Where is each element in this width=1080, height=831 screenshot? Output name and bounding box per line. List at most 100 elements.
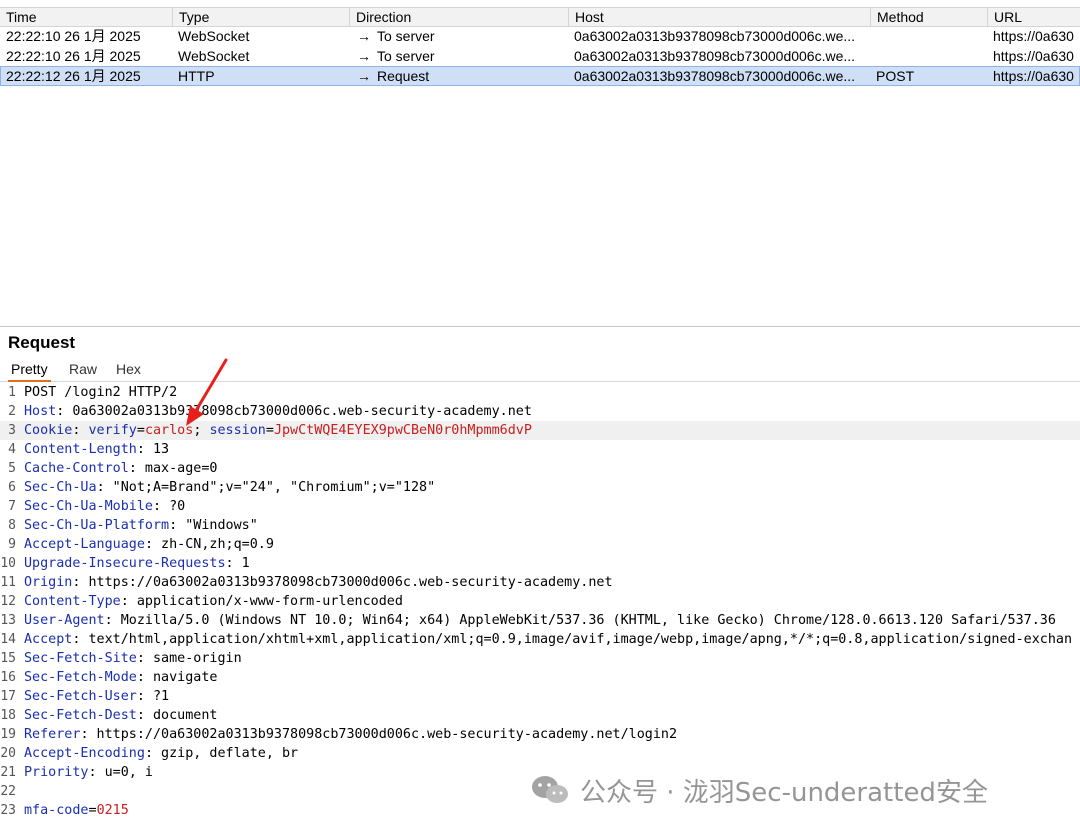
header-value: : zh-CN,zh;q=0.9	[144, 537, 274, 552]
table-row-selected[interactable]: 22:22:12 26 1月 2025 HTTP → Request 0a6300…	[0, 66, 1080, 86]
code-line: 17 Sec-Fetch-User: ?1	[0, 687, 1080, 706]
header-key: Sec-Fetch-Dest	[24, 708, 137, 723]
cell-method: POST	[876, 68, 915, 84]
tab-pretty[interactable]: Pretty	[8, 359, 51, 382]
cell-type: WebSocket	[178, 48, 250, 64]
arrow-right-icon: →	[357, 28, 371, 44]
header-key: Upgrade-Insecure-Requests	[24, 556, 226, 571]
request-editor[interactable]: 1 POST /login2 HTTP/2 2 Host: 0a63002a0313…	[0, 383, 1080, 831]
line-number: 8	[8, 518, 16, 533]
header-value: : "Windows"	[169, 518, 258, 533]
header-value: : max-age=0	[128, 461, 218, 476]
header-value: : ?0	[153, 499, 186, 514]
header-value: : application/x-www-form-urlencoded	[120, 594, 403, 609]
line-number: 6	[8, 480, 16, 495]
header-value: : text/html,application/xhtml+xml,applic…	[72, 632, 1073, 647]
header-key: Sec-Fetch-Site	[24, 651, 137, 666]
code-line: 20 Accept-Encoding: gzip, deflate, br	[0, 744, 1080, 763]
annotation-arrow-icon	[186, 358, 228, 426]
line-number: 12	[0, 594, 16, 609]
line-number: 11	[0, 575, 16, 590]
header-key: Cookie	[24, 423, 73, 438]
header-value: : Mozilla/5.0 (Windows NT 10.0; Win64; x…	[104, 613, 1056, 628]
line-number: 14	[0, 632, 16, 647]
line-number: 23	[0, 803, 16, 818]
code-line: 1 POST /login2 HTTP/2	[0, 383, 1080, 402]
code-line: 4 Content-Length: 13	[0, 440, 1080, 459]
code-line: 14 Accept: text/html,application/xhtml+xm…	[0, 630, 1080, 649]
code-line: 18 Sec-Fetch-Dest: document	[0, 706, 1080, 725]
direction-label: To server	[377, 28, 435, 44]
tab-hex[interactable]: Hex	[116, 359, 141, 380]
line-number: 13	[0, 613, 16, 628]
request-panel-title: Request	[8, 333, 76, 352]
header-key: Content-Length	[24, 442, 137, 457]
header-value: : 13	[136, 442, 170, 457]
code-line: 12 Content-Type: application/x-www-form-u…	[0, 592, 1080, 611]
header-sep: :	[72, 423, 89, 438]
code-line: 5 Cache-Control: max-age=0	[0, 459, 1080, 478]
line-number: 21	[0, 765, 16, 780]
wechat-icon	[532, 776, 568, 803]
header-value: : 1	[225, 556, 250, 571]
cell-url: https://0a630	[993, 48, 1074, 64]
cell-method	[870, 46, 987, 66]
header-key: Accept-Language	[24, 537, 145, 552]
code-line: 10 Upgrade-Insecure-Requests: 1	[0, 554, 1080, 573]
column-header-direction[interactable]: Direction	[349, 8, 568, 26]
code-line: 2 Host: 0a63002a0313b9378098cb73000d006c.…	[0, 402, 1080, 421]
header-key: Sec-Ch-Ua-Platform	[24, 518, 170, 533]
cookie-name-verify: verify	[88, 423, 137, 438]
cookie-value-session: JpwCtWQE4EYEX9pwCBeN0r0hMpmm6dvP	[273, 423, 532, 438]
header-value: : u=0, i	[88, 765, 154, 780]
cell-direction: → To server	[349, 46, 568, 66]
cell-method	[870, 26, 987, 46]
column-header-host[interactable]: Host	[568, 8, 870, 26]
code-line: 7 Sec-Ch-Ua-Mobile: ?0	[0, 497, 1080, 516]
cell-time: 22:22:10 26 1月 2025	[6, 48, 141, 64]
watermark: 公众号 · 泷羽Sec-underatted安全	[530, 770, 988, 810]
column-header-type[interactable]: Type	[172, 8, 349, 26]
cell-type: WebSocket	[178, 28, 250, 44]
code-line: 8 Sec-Ch-Ua-Platform: "Windows"	[0, 516, 1080, 535]
tab-raw[interactable]: Raw	[69, 359, 97, 380]
header-key: Accept-Encoding	[24, 746, 145, 761]
cell-url: https://0a630	[993, 68, 1074, 84]
header-key: Content-Type	[24, 594, 121, 609]
column-header-time[interactable]: Time	[0, 8, 172, 26]
line-number: 2	[8, 404, 16, 419]
line-number: 19	[0, 727, 16, 742]
header-key: User-Agent	[24, 613, 105, 628]
line-number: 22	[0, 784, 16, 799]
header-key: Sec-Ch-Ua	[24, 480, 97, 495]
history-table-header: Time Type Direction Host Method URL	[0, 7, 1080, 27]
cell-host: 0a63002a0313b9378098cb73000d006c.we...	[574, 48, 856, 64]
header-key: Origin	[24, 575, 73, 590]
line-number: 15	[0, 651, 16, 666]
header-key: Priority	[24, 765, 89, 780]
line-number: 16	[0, 670, 16, 685]
watermark-text: 公众号 · 泷羽Sec-underatted安全	[580, 777, 988, 808]
table-row[interactable]: 22:22:10 26 1月 2025 WebSocket → To server…	[0, 46, 1080, 66]
header-value: : https://0a63002a0313b9378098cb73000d00…	[80, 727, 678, 742]
cell-direction: → To server	[349, 26, 568, 46]
code-line: 6 Sec-Ch-Ua: "Not;A=Brand";v="24", "Chrom…	[0, 478, 1080, 497]
header-key: Cache-Control	[24, 461, 129, 476]
column-header-method[interactable]: Method	[870, 8, 987, 26]
cell-host: 0a63002a0313b9378098cb73000d006c.we...	[574, 28, 856, 44]
header-value: : same-origin	[136, 651, 242, 666]
header-key: Accept	[24, 632, 73, 647]
arrow-right-icon: →	[357, 48, 371, 64]
column-header-url[interactable]: URL	[987, 8, 1080, 26]
table-row[interactable]: 22:22:10 26 1月 2025 WebSocket → To server…	[0, 26, 1080, 46]
code-line: 9 Accept-Language: zh-CN,zh;q=0.9	[0, 535, 1080, 554]
header-key: Sec-Ch-Ua-Mobile	[24, 499, 153, 514]
line-number: 5	[8, 461, 16, 476]
code-line: 13 User-Agent: Mozilla/5.0 (Windows NT 10…	[0, 611, 1080, 630]
history-table: Time Type Direction Host Method URL 22:2…	[0, 0, 1080, 327]
line-number: 20	[0, 746, 16, 761]
cell-direction: → Request	[349, 66, 568, 86]
code-line: 19 Referer: https://0a63002a0313b9378098c…	[0, 725, 1080, 744]
line-number: 9	[8, 537, 16, 552]
header-key: Sec-Fetch-User	[24, 689, 137, 704]
